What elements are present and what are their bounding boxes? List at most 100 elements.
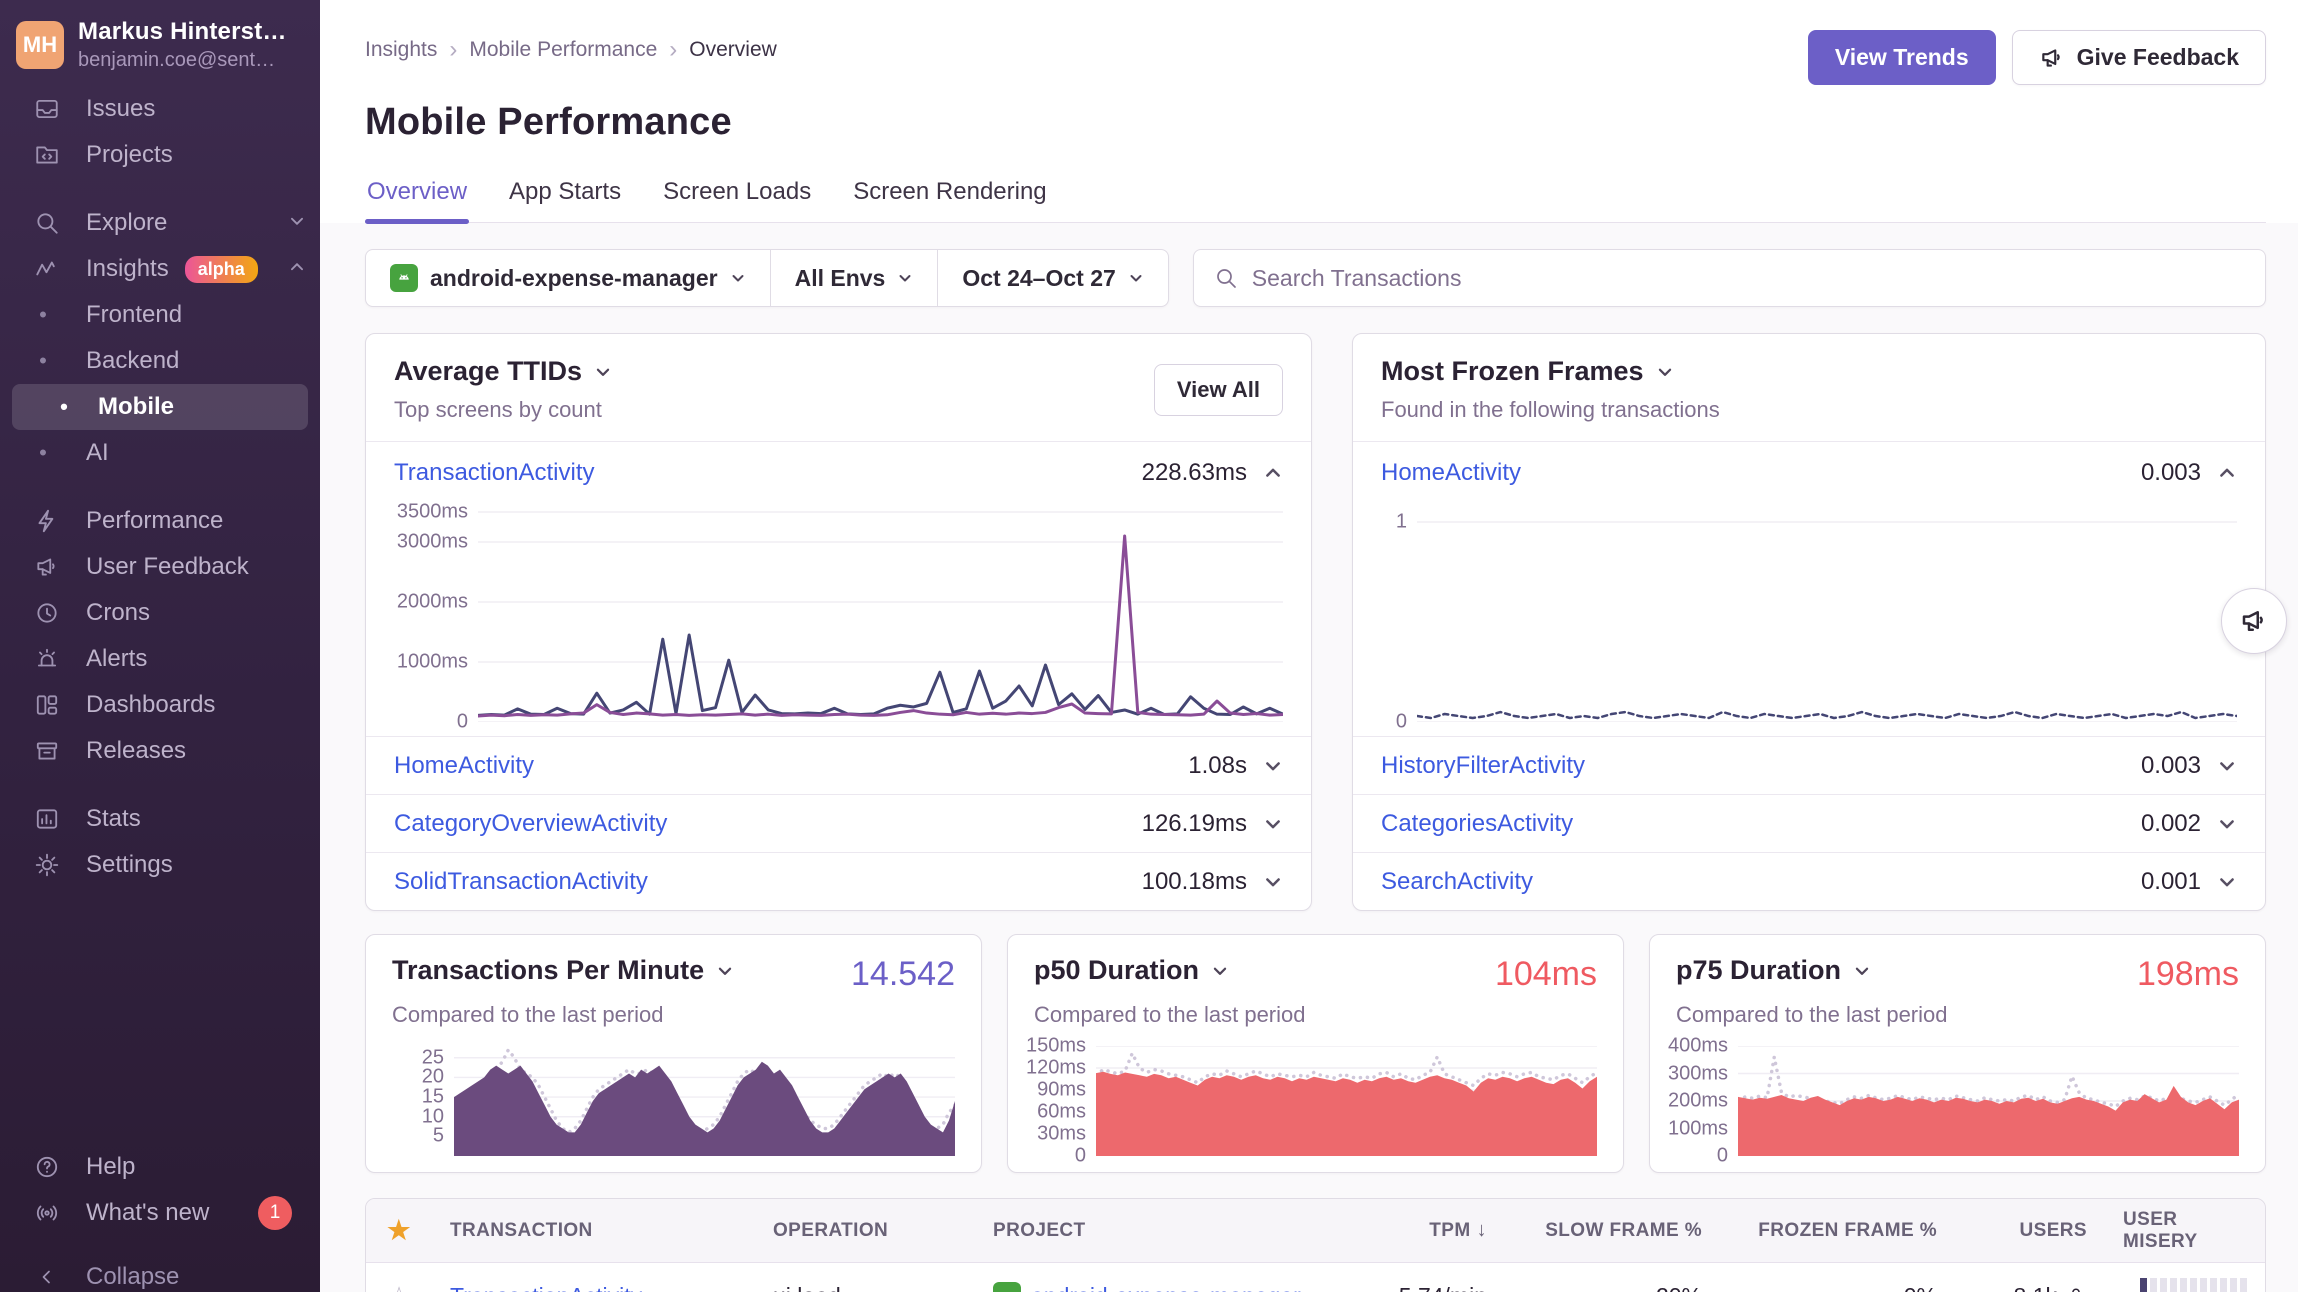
ttid-line-chart[interactable]: [478, 506, 1283, 722]
average-ttids-title-dropdown[interactable]: Average TTIDs: [394, 356, 612, 387]
column-tpm-sorted[interactable]: TPM↓: [1335, 1219, 1505, 1242]
transaction-link[interactable]: SolidTransactionActivity: [394, 868, 648, 896]
sidebar-item-whats-new[interactable]: What's new 1: [0, 1190, 320, 1236]
star-header[interactable]: ★: [366, 1215, 432, 1246]
tpm-title-dropdown[interactable]: Transactions Per Minute: [392, 955, 734, 986]
view-trends-button[interactable]: View Trends: [1808, 30, 1996, 85]
projects-icon: [30, 142, 64, 168]
user-menu[interactable]: MH Markus Hinterst… benjamin.coe@sent…: [0, 18, 320, 86]
chevron-down-icon[interactable]: [2217, 814, 2237, 834]
help-icon: [30, 1154, 64, 1180]
column-frozen-frame[interactable]: FROZEN FRAME %: [1720, 1220, 1955, 1242]
give-feedback-button[interactable]: Give Feedback: [2012, 30, 2266, 85]
ttid-row-transaction-activity[interactable]: TransactionActivity 228.63ms: [366, 442, 1311, 504]
column-user-misery[interactable]: USER MISERY: [2105, 1209, 2265, 1253]
sidebar-item-crons[interactable]: Crons: [0, 590, 320, 636]
ttid-row-category-overview-activity[interactable]: CategoryOverviewActivity 126.19ms: [366, 794, 1311, 852]
date-range-value: Oct 24–Oct 27: [962, 265, 1115, 292]
transaction-link[interactable]: HistoryFilterActivity: [1381, 752, 1585, 780]
breadcrumb-insights[interactable]: Insights: [365, 38, 437, 62]
y-axis: 10: [1381, 506, 1417, 722]
chevron-down-icon: [594, 363, 612, 381]
sidebar-item-issues[interactable]: Issues: [0, 86, 320, 132]
most-frozen-frames-title-dropdown[interactable]: Most Frozen Frames: [1381, 356, 1674, 387]
user-name: Markus Hinterst…: [78, 18, 287, 46]
column-transaction[interactable]: TRANSACTION: [432, 1220, 755, 1242]
transaction-link[interactable]: CategoryOverviewActivity: [394, 810, 667, 838]
search-input[interactable]: [1252, 265, 2245, 292]
sidebar-item-user-feedback[interactable]: User Feedback: [0, 544, 320, 590]
frozen-row-search-activity[interactable]: SearchActivity 0.001: [1353, 852, 2265, 910]
ttid-row-home-activity[interactable]: HomeActivity 1.08s: [366, 736, 1311, 794]
sidebar-item-releases[interactable]: Releases: [0, 728, 320, 774]
p50-title-dropdown[interactable]: p50 Duration: [1034, 955, 1229, 986]
sidebar-item-explore[interactable]: Explore: [0, 200, 320, 246]
environment-selector[interactable]: All Envs: [771, 250, 938, 306]
tab-screen-loads[interactable]: Screen Loads: [661, 178, 813, 222]
project-link[interactable]: android-expense-manager: [1031, 1283, 1301, 1292]
frozen-row-history-filter-activity[interactable]: HistoryFilterActivity 0.003: [1353, 736, 2265, 794]
sidebar-item-ai[interactable]: • AI: [0, 430, 320, 476]
column-slow-frame[interactable]: SLOW FRAME %: [1505, 1220, 1720, 1242]
chevron-up-icon[interactable]: [1263, 463, 1283, 483]
transaction-link[interactable]: SearchActivity: [1381, 868, 1533, 896]
tab-overview[interactable]: Overview: [365, 178, 469, 222]
dashboards-icon: [30, 692, 64, 718]
sidebar-item-stats[interactable]: Stats: [0, 796, 320, 842]
sidebar-item-performance[interactable]: Performance: [0, 498, 320, 544]
y-axis-tick-label: 100ms: [1668, 1117, 1728, 1140]
y-axis-tick-label: 2000ms: [397, 591, 468, 614]
feedback-fab-button[interactable]: [2221, 588, 2287, 654]
transaction-link[interactable]: HomeActivity: [1381, 459, 1521, 487]
transaction-link[interactable]: TransactionActivity: [394, 459, 595, 487]
y-axis-tick-label: 150ms: [1026, 1035, 1086, 1058]
transaction-link[interactable]: TransactionActivity: [450, 1283, 642, 1292]
tpm-cell: 5.74/min: [1335, 1283, 1505, 1292]
slow-frame-cell: 20%: [1505, 1283, 1720, 1292]
chevron-down-icon[interactable]: [1263, 814, 1283, 834]
main-content: Insights › Mobile Performance › Overview…: [320, 0, 2298, 1292]
sidebar-item-insights[interactable]: Insights alpha: [0, 246, 320, 292]
view-all-button[interactable]: View All: [1154, 364, 1283, 416]
card-subtitle: Compared to the last period: [392, 1002, 955, 1028]
transaction-link[interactable]: HomeActivity: [394, 752, 534, 780]
page-body: android-expense-manager All Envs Oct 24–…: [320, 223, 2298, 1292]
ttid-row-solid-transaction-activity[interactable]: SolidTransactionActivity 100.18ms: [366, 852, 1311, 910]
sidebar-item-help[interactable]: Help: [0, 1144, 320, 1190]
star-toggle[interactable]: ☆: [366, 1281, 432, 1292]
transaction-link[interactable]: CategoriesActivity: [1381, 810, 1573, 838]
chevron-down-icon[interactable]: [2217, 872, 2237, 892]
y-axis-tick-label: 400ms: [1668, 1035, 1728, 1058]
y-axis-tick-label: 1000ms: [397, 651, 468, 674]
sidebar-collapse-button[interactable]: Collapse: [0, 1254, 320, 1292]
column-users[interactable]: USERS: [1955, 1220, 2105, 1242]
users-cell: 8.1k: [1955, 1283, 2105, 1292]
frozen-line-chart[interactable]: [1417, 506, 2237, 722]
date-range-selector[interactable]: Oct 24–Oct 27: [938, 250, 1167, 306]
frozen-row-home-activity[interactable]: HomeActivity 0.003: [1353, 442, 2265, 504]
y-axis-tick-label: 60ms: [1037, 1101, 1086, 1124]
p75-title-dropdown[interactable]: p75 Duration: [1676, 955, 1871, 986]
table-header-row: ★ TRANSACTION OPERATION PROJECT TPM↓ SLO…: [366, 1199, 2265, 1263]
chevron-down-icon[interactable]: [1263, 756, 1283, 776]
row-value: 0.002: [2141, 810, 2201, 838]
chevron-up-icon[interactable]: [2217, 463, 2237, 483]
chevron-down-icon[interactable]: [2217, 756, 2237, 776]
project-selector[interactable]: android-expense-manager: [366, 250, 770, 306]
sidebar-item-backend[interactable]: • Backend: [0, 338, 320, 384]
avatar: MH: [16, 21, 64, 69]
chevron-down-icon[interactable]: [1263, 872, 1283, 892]
tab-screen-rendering[interactable]: Screen Rendering: [851, 178, 1048, 222]
sidebar-item-settings[interactable]: Settings: [0, 842, 320, 888]
sidebar-item-frontend[interactable]: • Frontend: [0, 292, 320, 338]
sidebar-item-mobile[interactable]: • Mobile: [12, 384, 308, 430]
breadcrumb-mobile-performance[interactable]: Mobile Performance: [469, 38, 657, 62]
tab-app-starts[interactable]: App Starts: [507, 178, 623, 222]
column-project[interactable]: PROJECT: [975, 1220, 1335, 1242]
average-ttids-panel: Average TTIDs Top screens by count View …: [365, 333, 1312, 911]
column-operation[interactable]: OPERATION: [755, 1220, 975, 1242]
sidebar-item-dashboards[interactable]: Dashboards: [0, 682, 320, 728]
frozen-row-categories-activity[interactable]: CategoriesActivity 0.002: [1353, 794, 2265, 852]
sidebar-item-projects[interactable]: Projects: [0, 132, 320, 178]
sidebar-item-alerts[interactable]: Alerts: [0, 636, 320, 682]
